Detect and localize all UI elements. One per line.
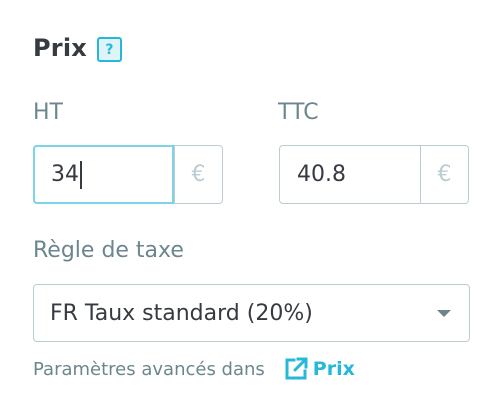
advanced-price-link-label: Prix [312, 358, 355, 380]
tax-rule-selected-value: FR Taux standard (20%) [50, 300, 313, 326]
advanced-settings-row: Paramètres avancés dans Prix [33, 356, 355, 382]
price-incl-tax-input[interactable]: 40.8 [280, 146, 420, 203]
text-cursor [80, 160, 82, 189]
price-excl-tax-value: 34 [51, 162, 79, 187]
tax-rule-label: Règle de taxe [33, 238, 184, 263]
price-incl-tax-label: TTC [278, 100, 319, 125]
euro-currency-addon: € [420, 146, 468, 203]
advanced-settings-text: Paramètres avancés dans [33, 358, 265, 380]
price-excl-tax-input[interactable]: 34 [33, 145, 174, 204]
external-link-icon [285, 357, 308, 380]
price-incl-tax-value: 40.8 [297, 162, 346, 187]
caret-down-icon [437, 309, 451, 317]
price-incl-tax-group: 40.8 € [279, 145, 469, 204]
price-excl-tax-label: HT [33, 100, 63, 125]
euro-currency-addon: € [174, 146, 222, 203]
section-title: Prix [33, 34, 87, 62]
price-panel: Prix ? HT TTC 34 € 40.8 € Règle de taxe … [0, 0, 494, 408]
help-question-icon[interactable]: ? [96, 37, 122, 62]
advanced-price-link[interactable]: Prix [283, 356, 355, 382]
price-excl-tax-group: 34 € [33, 145, 223, 204]
section-header: Prix ? [33, 34, 122, 62]
tax-rule-select[interactable]: FR Taux standard (20%) [33, 284, 470, 342]
